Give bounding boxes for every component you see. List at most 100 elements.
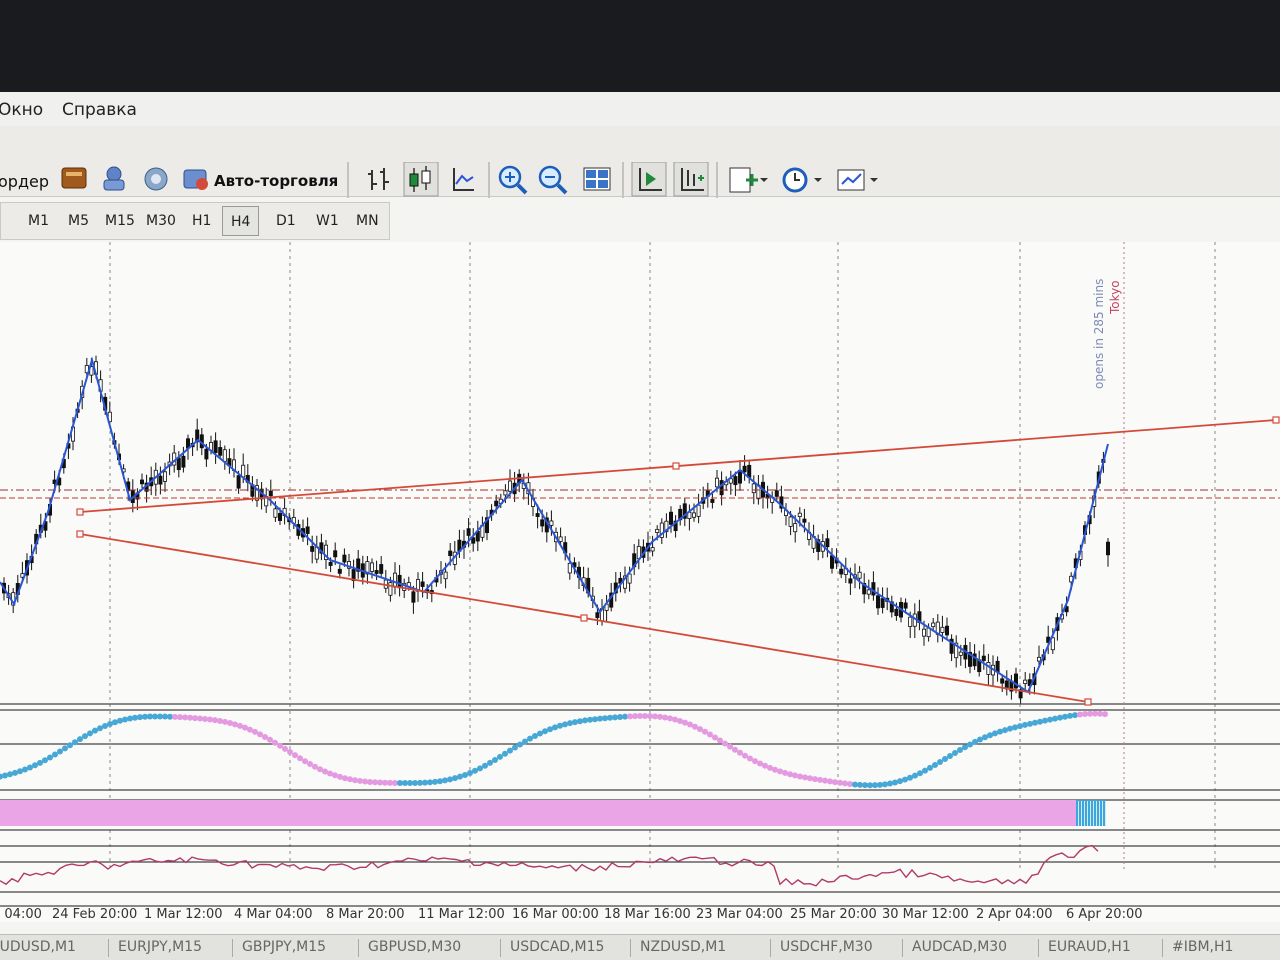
trend-dot: [1062, 713, 1068, 720]
trend-dot: [737, 749, 743, 756]
period-mn[interactable]: MN: [348, 206, 387, 236]
candle-body: [1106, 541, 1111, 556]
trend-dot: [717, 737, 723, 744]
indicators-icon[interactable]: [729, 167, 768, 193]
trend-dot: [267, 736, 273, 743]
candle-body: [494, 500, 499, 507]
candle-body: [273, 508, 278, 518]
zoom-in-icon[interactable]: [498, 165, 528, 195]
candle-body: [305, 526, 310, 534]
history-icon[interactable]: [61, 167, 87, 189]
trend-dot: [512, 744, 518, 751]
trend-dot: [47, 754, 53, 761]
trend-dot: [1052, 715, 1058, 722]
symbol-tab[interactable]: NZDUSD,M1: [640, 939, 726, 955]
periods-clock-icon[interactable]: [782, 167, 822, 193]
candle-body: [333, 550, 338, 558]
candle-body: [397, 574, 402, 589]
period-h4[interactable]: H4: [222, 206, 260, 236]
symbol-tab[interactable]: USDCAD,M15: [510, 939, 604, 955]
trend-dot: [507, 747, 513, 754]
candle-body: [369, 562, 374, 572]
session-timer-label: opens in 285 mins: [1092, 278, 1106, 389]
candle-body: [751, 483, 756, 494]
trend-dot: [122, 716, 128, 723]
trend-dot: [77, 736, 83, 743]
candle-body: [981, 655, 986, 661]
autotrade-button[interactable]: Авто-торговля: [214, 172, 338, 190]
trend-dot: [502, 750, 508, 757]
templates-icon[interactable]: [837, 169, 878, 191]
experts-icon[interactable]: [103, 166, 125, 191]
period-m1[interactable]: M1: [20, 206, 57, 236]
candle-body: [876, 595, 881, 609]
line-chart-icon[interactable]: [453, 168, 474, 191]
candle-body: [181, 455, 186, 468]
period-d1[interactable]: D1: [268, 206, 304, 236]
bar-chart-icon[interactable]: [368, 168, 389, 190]
symbol-tab[interactable]: #IBM,H1: [1172, 939, 1233, 955]
trend-dot: [72, 739, 78, 746]
histogram-bar-blue: [1100, 800, 1103, 826]
autotrade-icon[interactable]: [183, 169, 208, 190]
period-m30[interactable]: M30: [138, 206, 184, 236]
tab-divider: [1038, 939, 1039, 957]
candle-body: [540, 519, 545, 527]
trend-dot: [2, 772, 8, 779]
trend-dot: [227, 720, 233, 727]
session-name-label: Tokyo: [1108, 280, 1122, 314]
candle-body: [986, 662, 991, 675]
candle-body: [213, 440, 218, 454]
candle-body: [448, 550, 453, 557]
trend-dot: [567, 720, 573, 727]
trend-dot: [727, 743, 733, 750]
menu-help[interactable]: Справка: [62, 100, 137, 120]
candle-body: [535, 513, 540, 517]
time-axis-label: 25 Mar 20:00: [790, 907, 877, 922]
symbol-tab[interactable]: EURJPY,M15: [118, 939, 202, 955]
period-m5[interactable]: M5: [60, 206, 97, 236]
tile-windows-icon[interactable]: [583, 167, 611, 191]
candles: [2, 355, 1111, 704]
candle-body: [774, 490, 779, 497]
trend-dot: [937, 759, 943, 766]
time-axis-label: 2 Apr 04:00: [976, 907, 1053, 922]
candle-body: [443, 571, 448, 580]
candle-body: [788, 516, 793, 527]
symbol-tab[interactable]: GBPJPY,M15: [242, 939, 326, 955]
trend-dot: [447, 776, 453, 783]
symbol-tab[interactable]: AUDCAD,M30: [912, 939, 1007, 955]
period-m15[interactable]: M15: [97, 206, 143, 236]
period-w1[interactable]: W1: [308, 206, 347, 236]
candle-body: [958, 651, 963, 656]
symbol-tab[interactable]: GBPUSD,M30: [368, 939, 461, 955]
trend-dot: [272, 739, 278, 746]
time-axis-label: 4 Mar 04:00: [234, 907, 313, 922]
period-h1[interactable]: H1: [184, 206, 219, 236]
time-axis-label: 24 Feb 20:00: [52, 907, 137, 922]
histogram-bar-blue: [1082, 800, 1085, 826]
candle-body: [379, 564, 384, 574]
signals-icon[interactable]: [144, 167, 168, 191]
price-chart[interactable]: 9 04:00 24 Feb 20:00 1 Mar 12:00 4 Mar 04:0…: [0, 242, 1280, 922]
candle-body: [503, 490, 508, 496]
trend-dot: [787, 771, 793, 778]
zoom-out-icon[interactable]: [538, 165, 568, 195]
symbol-tab[interactable]: EURAUD,H1: [1048, 939, 1131, 955]
time-axis-label: 16 Mar 00:00: [512, 907, 599, 922]
chart-window[interactable]: 9 04:00 24 Feb 20:00 1 Mar 12:00 4 Mar 04:0…: [0, 242, 1280, 922]
symbol-tab[interactable]: USDCHF,M30: [780, 939, 873, 955]
candle-body: [908, 616, 913, 627]
menu-window[interactable]: Окно: [0, 100, 43, 120]
time-axis-label: 8 Mar 20:00: [326, 907, 405, 922]
trend-dot: [487, 759, 493, 766]
trend-dot: [792, 772, 798, 779]
symbol-tab[interactable]: AUDUSD,M1: [0, 939, 76, 955]
trend-dot: [1102, 711, 1108, 718]
candle-body: [802, 518, 807, 523]
candle-body: [595, 612, 600, 619]
zigzag-line: [0, 356, 1109, 694]
candle-body: [1023, 679, 1028, 684]
trend-dot: [572, 719, 578, 726]
tab-divider: [1162, 939, 1163, 957]
